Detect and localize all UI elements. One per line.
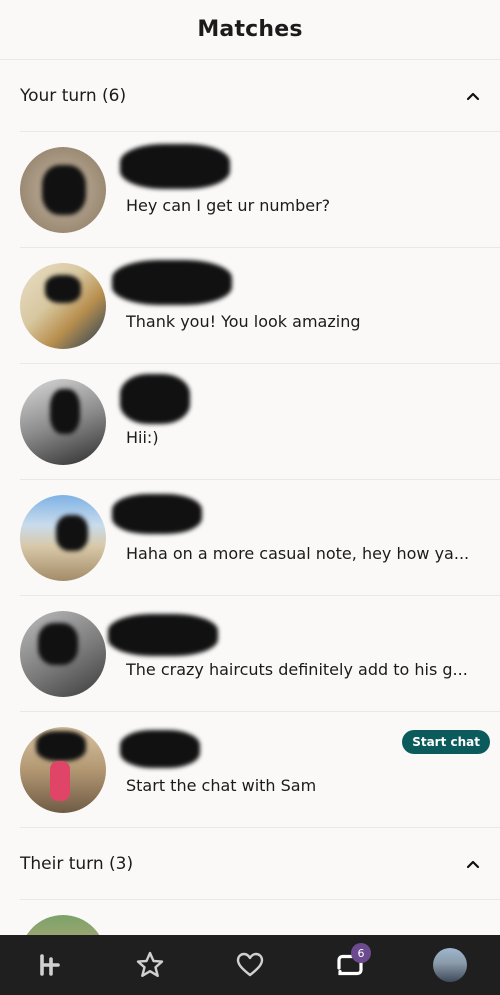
hinge-logo-icon: [40, 954, 60, 976]
avatar: [20, 263, 106, 349]
avatar: [20, 611, 106, 697]
page-title: Matches: [197, 17, 303, 42]
partial-avatar: [20, 915, 106, 935]
last-message: Start the chat with Sam: [126, 776, 317, 795]
nav-standouts[interactable]: [120, 935, 180, 995]
bottom-navigation: 6: [0, 935, 500, 995]
name-redaction: [120, 730, 200, 768]
name-redaction: [120, 144, 230, 189]
heart-icon: [236, 952, 264, 977]
top-header: Matches: [0, 0, 500, 60]
name-redaction: [108, 614, 218, 656]
match-row[interactable]: Haha on a more casual note, hey how ya..…: [20, 480, 500, 596]
nav-discover[interactable]: [20, 935, 80, 995]
last-message: The crazy haircuts definitely add to his…: [126, 660, 468, 679]
avatar: [20, 727, 106, 813]
nav-likes[interactable]: [220, 935, 280, 995]
star-icon: [136, 951, 164, 977]
avatar: [20, 495, 106, 581]
your-turn-section-header[interactable]: Your turn (6): [20, 60, 500, 132]
match-row[interactable]: Hey can I get ur number?: [20, 132, 500, 248]
chevron-up-icon[interactable]: [466, 91, 480, 101]
start-chat-button[interactable]: Start chat: [402, 730, 490, 754]
avatar: [20, 147, 106, 233]
name-redaction: [112, 494, 202, 534]
nav-profile[interactable]: [420, 935, 480, 995]
last-message: Thank you! You look amazing: [126, 312, 361, 331]
match-row[interactable]: Start the chat with Sam Start chat: [20, 712, 500, 828]
match-row[interactable]: Thank you! You look amazing: [20, 248, 500, 364]
their-turn-section-header[interactable]: Their turn (3): [20, 828, 500, 900]
last-message: Hey can I get ur number?: [126, 196, 331, 215]
their-turn-label: Their turn (3): [20, 853, 134, 874]
avatar: [20, 379, 106, 465]
match-row[interactable]: The crazy haircuts definitely add to his…: [20, 596, 500, 712]
name-redaction: [120, 374, 190, 424]
your-turn-label: Your turn (6): [20, 85, 127, 106]
last-message: Hii:): [126, 428, 159, 447]
profile-avatar: [433, 948, 467, 982]
nav-matches[interactable]: 6: [320, 935, 380, 995]
match-row[interactable]: Hii:): [20, 364, 500, 480]
unread-badge: 6: [351, 943, 371, 963]
chevron-up-icon[interactable]: [466, 859, 480, 869]
name-redaction: [112, 260, 232, 305]
last-message: Haha on a more casual note, hey how ya..…: [126, 544, 470, 563]
